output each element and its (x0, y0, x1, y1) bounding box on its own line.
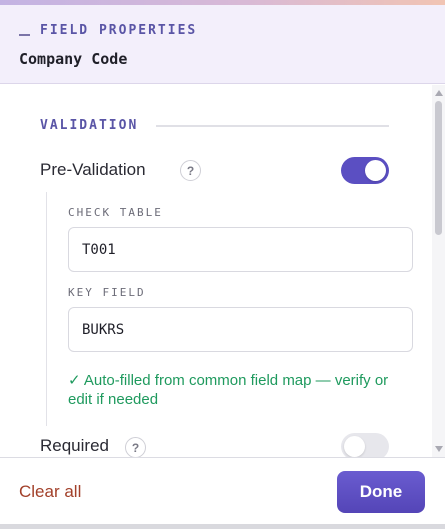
properties-scroll-area[interactable]: VALIDATION Pre-Validation ? CHECK TABLE … (0, 85, 445, 457)
validation-section-label: VALIDATION (40, 118, 139, 133)
auto-fill-hint: ✓ Auto-filled from common field map — ve… (68, 372, 389, 408)
panel-header: FIELD PROPERTIES Company Code (0, 5, 445, 84)
pre-validation-help-icon[interactable]: ? (180, 160, 201, 181)
key-field-label: KEY FIELD (68, 286, 146, 299)
panel-eyebrow-text: FIELD PROPERTIES (40, 23, 198, 38)
scroll-down-arrow-icon[interactable] (435, 446, 443, 452)
pre-validation-toggle[interactable] (341, 157, 389, 184)
clear-all-button[interactable]: Clear all (19, 482, 81, 502)
panel-footer: Clear all Done (0, 457, 445, 524)
toggle-knob (365, 160, 386, 181)
scrollbar-thumb[interactable] (435, 101, 442, 235)
validation-section-title: VALIDATION (40, 118, 138, 133)
indent-guide (46, 192, 47, 426)
check-table-input[interactable]: T001 (68, 227, 413, 272)
scroll-up-arrow-icon[interactable] (435, 90, 443, 96)
pre-validation-label: Pre-Validation (40, 160, 146, 179)
field-name-title: Company Code (19, 50, 128, 68)
check-table-label: CHECK TABLE (68, 206, 163, 219)
required-label: Required (40, 436, 109, 455)
bottom-edge-strip (0, 524, 445, 529)
toggle-knob (344, 436, 365, 457)
done-button[interactable]: Done (337, 471, 425, 513)
dash-icon (19, 33, 30, 36)
panel-eyebrow: FIELD PROPERTIES (19, 23, 197, 38)
required-toggle[interactable] (341, 433, 389, 457)
key-field-input[interactable]: BUKRS (68, 307, 413, 352)
vertical-scrollbar[interactable] (432, 85, 445, 457)
section-divider (156, 125, 389, 127)
required-help-icon[interactable]: ? (125, 437, 146, 457)
